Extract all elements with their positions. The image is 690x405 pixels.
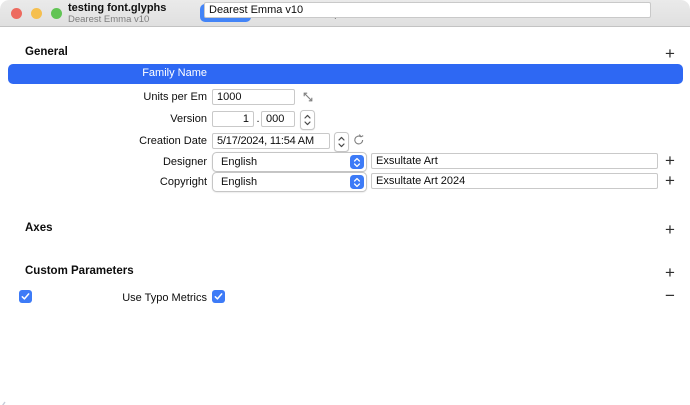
remove-custom-parameter-button[interactable]: − <box>660 286 680 306</box>
add-copyright-language-button[interactable]: + <box>660 171 680 191</box>
version-label: Version <box>7 113 207 125</box>
refresh-date-icon[interactable] <box>352 133 366 147</box>
zoom-button[interactable] <box>51 8 62 19</box>
add-custom-parameter-button[interactable]: + <box>660 263 680 283</box>
font-info-window: testing font.glyphs Dearest Emma v10 Fon… <box>0 0 690 405</box>
units-per-em-input[interactable] <box>212 89 295 105</box>
copyright-language-value: English <box>221 173 257 191</box>
window-subtitle: Dearest Emma v10 <box>68 14 149 25</box>
copyright-input[interactable] <box>371 173 658 189</box>
use-typo-metrics-checkbox[interactable] <box>212 290 225 303</box>
scale-upm-icon[interactable] <box>301 90 315 104</box>
dropdown-chevrons-icon <box>350 175 364 189</box>
window-title: testing font.glyphs <box>68 2 166 14</box>
use-typo-metrics-label: Use Typo Metrics <box>7 292 207 304</box>
designer-input[interactable] <box>371 153 658 169</box>
section-title-general: General <box>25 46 68 58</box>
designer-language-dropdown[interactable]: English <box>212 152 367 172</box>
add-designer-language-button[interactable]: + <box>660 151 680 171</box>
creation-date-input[interactable] <box>212 133 330 149</box>
section-title-custom-parameters: Custom Parameters <box>25 265 134 277</box>
designer-language-value: English <box>221 153 257 171</box>
traffic-lights <box>11 8 62 19</box>
minimize-button[interactable] <box>31 8 42 19</box>
creation-date-label: Creation Date <box>7 135 207 147</box>
copyright-label: Copyright <box>7 176 207 188</box>
section-title-axes: Axes <box>25 222 53 234</box>
dropdown-chevrons-icon <box>350 155 364 169</box>
designer-label: Designer <box>7 156 207 168</box>
add-axis-button[interactable]: + <box>660 220 680 240</box>
close-button[interactable] <box>11 8 22 19</box>
copyright-language-dropdown[interactable]: English <box>212 172 367 192</box>
version-stepper[interactable] <box>300 110 315 130</box>
version-major-input[interactable] <box>212 111 254 127</box>
version-minor-input[interactable] <box>261 111 295 127</box>
resize-grip-icon[interactable] <box>0 396 6 404</box>
units-per-em-label: Units per Em <box>7 91 207 103</box>
creation-date-stepper[interactable] <box>334 132 349 152</box>
version-separator: . <box>257 113 260 125</box>
add-general-field-button[interactable]: + <box>660 44 680 64</box>
family-name-input[interactable] <box>204 2 651 18</box>
family-name-row[interactable]: Family Name <box>8 64 683 84</box>
family-name-label: Family Name <box>8 67 207 79</box>
